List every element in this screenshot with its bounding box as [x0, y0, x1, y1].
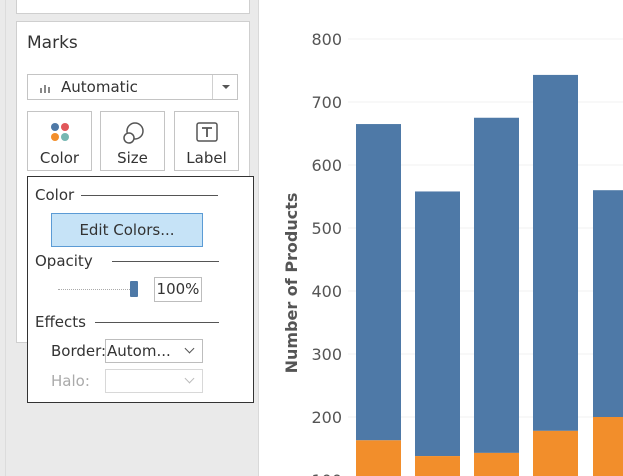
bar-segment-secondary: [533, 430, 578, 476]
bar-chart: 100 200 300 400 500 600 700 800 Number of Produc…: [282, 30, 623, 476]
bar-segment-primary: [593, 190, 623, 417]
y-tick-label: 500: [311, 219, 342, 238]
y-axis-label: Number of Products: [282, 193, 301, 374]
y-tick-label: 700: [311, 93, 342, 112]
y-tick-label: 600: [311, 156, 342, 175]
y-tick-label: 100: [311, 471, 342, 476]
bar-segment-secondary: [356, 440, 401, 476]
bar-segment-primary: [533, 74, 578, 431]
y-tick-label: 400: [311, 282, 342, 301]
bar-segment-secondary: [593, 417, 623, 476]
y-tick-label: 200: [311, 408, 342, 427]
bar-segment-primary: [356, 124, 401, 441]
bar-segment-secondary: [474, 452, 519, 476]
y-tick-label: 800: [311, 30, 342, 49]
bar-segment-primary: [415, 191, 460, 457]
y-tick-label: 300: [311, 345, 342, 364]
bar-segment-secondary: [415, 456, 460, 476]
bar-segment-primary: [474, 117, 519, 453]
